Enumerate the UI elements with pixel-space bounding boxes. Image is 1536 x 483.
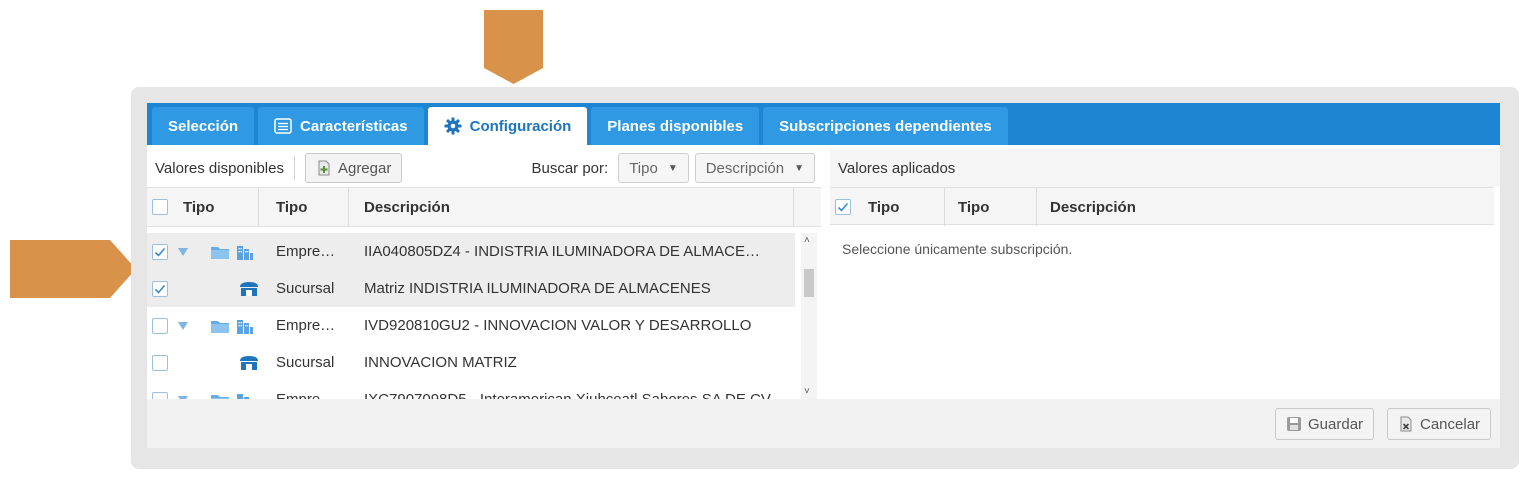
row-type: Empre… bbox=[276, 317, 336, 334]
table-row[interactable]: Empre… IIA040805DZ4 - INDISTRIA ILUMINAD… bbox=[147, 233, 795, 270]
search-description-dropdown[interactable]: Descripción ▼ bbox=[694, 153, 815, 183]
search-type-dropdown[interactable]: Tipo ▼ bbox=[618, 153, 689, 183]
column-header-tipo[interactable]: Tipo bbox=[958, 188, 989, 226]
row-description: Matriz INDISTRIA ILUMINADORA DE ALMACENE… bbox=[364, 280, 711, 297]
search-type-value: Tipo bbox=[629, 159, 658, 177]
tab-label: Configuración bbox=[469, 117, 572, 135]
checkbox[interactable] bbox=[152, 391, 168, 399]
configuration-window: Selección Características Configuración … bbox=[147, 103, 1500, 448]
column-header-descripcion[interactable]: Descripción bbox=[364, 188, 450, 226]
checkbox[interactable] bbox=[152, 354, 168, 371]
chevron-down-icon: ▼ bbox=[794, 162, 804, 174]
checkbox[interactable] bbox=[152, 317, 168, 334]
tab-caracteristicas[interactable]: Características bbox=[258, 107, 424, 145]
expand-arrow-icon[interactable] bbox=[178, 233, 188, 270]
table-row[interactable]: Sucursal INNOVACION MATRIZ bbox=[147, 344, 795, 381]
tab-subscripciones-dependientes[interactable]: Subscripciones dependientes bbox=[763, 107, 1008, 145]
store-icon bbox=[239, 344, 259, 381]
checked-checkbox[interactable] bbox=[152, 280, 168, 297]
row-description: IVD920810GU2 - INNOVACION VALOR Y DESARR… bbox=[364, 317, 752, 334]
store-icon bbox=[239, 270, 259, 307]
column-header-tipo[interactable]: Tipo bbox=[276, 188, 307, 226]
select-all-checkbox[interactable] bbox=[835, 188, 851, 226]
scroll-down-icon[interactable]: ˅ bbox=[804, 386, 810, 397]
save-button[interactable]: Guardar bbox=[1275, 408, 1375, 440]
tab-label: Planes disponibles bbox=[607, 117, 744, 135]
expand-arrow-icon[interactable] bbox=[178, 307, 188, 344]
toolbar-divider bbox=[293, 156, 295, 180]
save-icon bbox=[1286, 416, 1302, 432]
table-row[interactable]: Sucursal Matriz INDISTRIA ILUMINADORA DE… bbox=[147, 270, 795, 307]
select-all-checkbox[interactable] bbox=[152, 188, 168, 226]
building-icon bbox=[236, 381, 254, 399]
row-type: Sucursal bbox=[276, 354, 335, 371]
available-values-title: Valores disponibles bbox=[155, 159, 284, 177]
tab-label: Características bbox=[300, 117, 408, 135]
applied-values-panel: Valores aplicados Tipo Tipo Descripción … bbox=[830, 149, 1500, 399]
row-type: Empre… bbox=[276, 381, 335, 399]
folder-icon bbox=[210, 307, 230, 344]
save-button-label: Guardar bbox=[1308, 415, 1364, 433]
checkbox[interactable] bbox=[152, 199, 168, 215]
row-type: Sucursal bbox=[276, 280, 335, 297]
tutorial-arrow-down-icon bbox=[484, 10, 543, 84]
add-icon bbox=[316, 160, 332, 176]
tab-configuracion[interactable]: Configuración bbox=[427, 107, 588, 145]
available-values-panel: Valores disponibles Agregar Buscar por: … bbox=[147, 149, 821, 399]
cancel-icon bbox=[1398, 416, 1414, 432]
folder-icon bbox=[210, 233, 230, 270]
applied-values-title: Valores aplicados bbox=[830, 149, 1500, 187]
chevron-down-icon: ▼ bbox=[667, 162, 678, 174]
rows-scrollbar[interactable]: ˄ ˅ bbox=[801, 233, 817, 399]
building-icon bbox=[236, 307, 254, 344]
gear-icon bbox=[444, 117, 462, 135]
empty-message: Seleccione únicamente subscripción. bbox=[842, 241, 1073, 257]
tab-label: Subscripciones dependientes bbox=[779, 117, 992, 135]
row-description: IIA040805DZ4 - INDISTRIA ILUMINADORA DE … bbox=[364, 243, 760, 260]
available-values-header: Tipo Tipo Descripción bbox=[147, 187, 821, 227]
table-row[interactable]: Empre… IXC7907098D5 - Interamerican Xiuh… bbox=[147, 381, 795, 399]
checked-checkbox[interactable] bbox=[835, 199, 851, 215]
column-header-tipo[interactable]: Tipo bbox=[183, 188, 214, 226]
cancel-button-label: Cancelar bbox=[1420, 415, 1481, 433]
row-description: IXC7907098D5 - Interamerican Xiuhcoatl S… bbox=[364, 381, 771, 399]
applied-values-header: Tipo Tipo Descripción bbox=[830, 187, 1494, 226]
folder-icon bbox=[210, 381, 230, 399]
dialog-footer: Guardar Cancelar bbox=[147, 399, 1500, 448]
available-values-rows: Empre… IIA040805DZ4 - INDISTRIA ILUMINAD… bbox=[147, 233, 795, 399]
table-row[interactable]: Empre… IVD920810GU2 - INNOVACION VALOR Y… bbox=[147, 307, 795, 344]
scroll-thumb[interactable] bbox=[804, 269, 814, 297]
expand-arrow-icon[interactable] bbox=[178, 381, 188, 399]
tab-bar: Selección Características Configuración … bbox=[147, 103, 1500, 145]
row-description: INNOVACION MATRIZ bbox=[364, 354, 517, 371]
tab-seleccion[interactable]: Selección bbox=[152, 107, 255, 145]
checked-checkbox[interactable] bbox=[152, 243, 168, 260]
cancel-button[interactable]: Cancelar bbox=[1387, 408, 1492, 440]
scroll-up-icon[interactable]: ˄ bbox=[804, 235, 810, 246]
search-description-value: Descripción bbox=[705, 159, 785, 177]
row-type: Empre… bbox=[276, 243, 336, 260]
list-icon bbox=[274, 118, 292, 134]
tab-planes-disponibles[interactable]: Planes disponibles bbox=[591, 107, 760, 145]
building-icon bbox=[236, 233, 254, 270]
column-header-tipo[interactable]: Tipo bbox=[868, 188, 899, 226]
tab-label: Selección bbox=[168, 117, 239, 135]
add-button-label: Agregar bbox=[337, 159, 392, 177]
available-values-toolbar: Valores disponibles Agregar Buscar por: … bbox=[147, 149, 821, 187]
search-by-label: Buscar por: bbox=[531, 159, 609, 177]
column-header-descripcion[interactable]: Descripción bbox=[1050, 188, 1136, 226]
add-button[interactable]: Agregar bbox=[304, 153, 403, 183]
tutorial-arrow-right-icon bbox=[10, 240, 136, 298]
